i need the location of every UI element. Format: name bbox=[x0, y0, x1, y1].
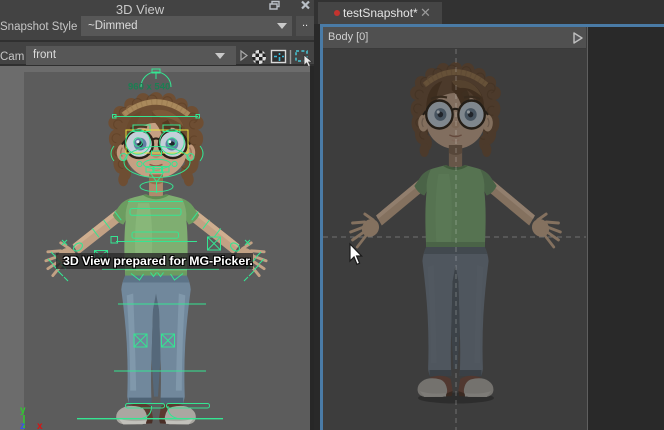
svg-text:y: y bbox=[20, 405, 26, 416]
svg-text:x: x bbox=[37, 421, 43, 430]
svg-text:960 x 540: 960 x 540 bbox=[128, 82, 170, 93]
svg-text:z: z bbox=[20, 421, 25, 430]
